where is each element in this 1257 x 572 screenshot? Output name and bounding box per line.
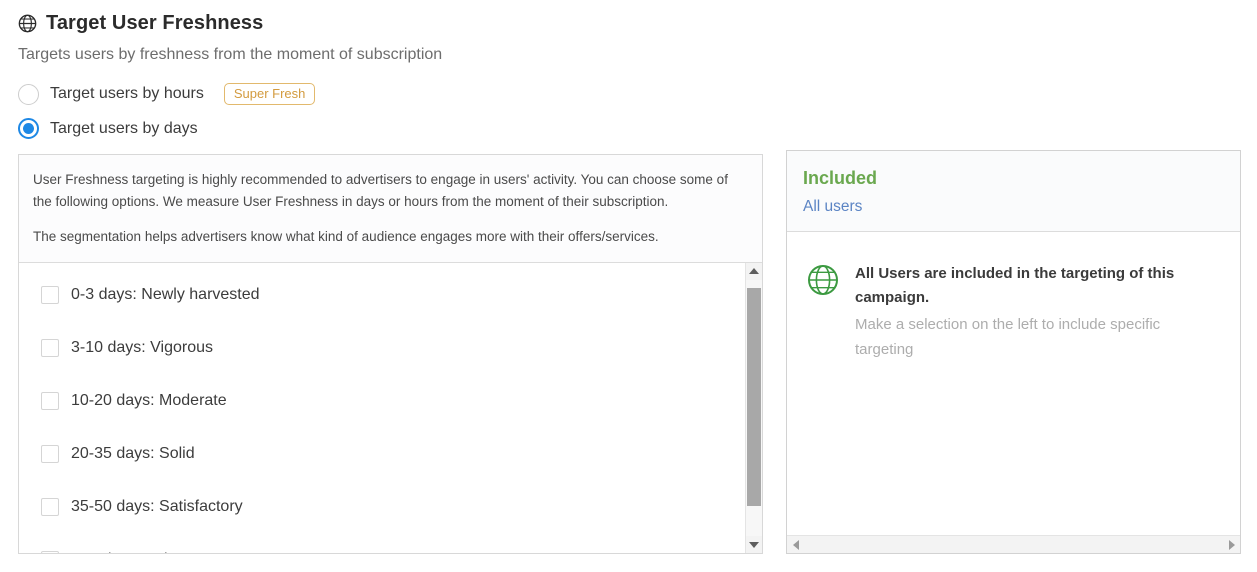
list-item[interactable]: 50+ days: Fair (19, 534, 745, 553)
checkbox-35-50-days[interactable] (41, 498, 59, 517)
included-panel: Included All users All Users are include… (786, 150, 1241, 554)
list-item[interactable]: 10-20 days: Moderate (19, 375, 745, 428)
list-item[interactable]: 35-50 days: Satisfactory (19, 481, 745, 534)
scroll-up-button[interactable] (746, 262, 762, 280)
radio-days-control[interactable] (18, 118, 39, 139)
included-body: All Users are included in the targeting … (787, 232, 1240, 536)
radio-option-days[interactable]: Target users by days (18, 118, 198, 139)
radio-option-hours[interactable]: Target users by hours Super Fresh (18, 83, 316, 105)
freshness-options-panel: User Freshness targeting is highly recom… (18, 154, 763, 554)
globe-icon (807, 262, 839, 536)
page-subtitle: Targets users by freshness from the mome… (18, 46, 443, 63)
page-header: Target User Freshness (18, 12, 263, 35)
included-message: All Users are included in the targeting … (855, 262, 1195, 536)
checkbox-20-35-days[interactable] (41, 445, 59, 464)
radio-hours-label: Target users by hours (50, 85, 204, 102)
radio-days-label: Target users by days (50, 119, 198, 137)
checkbox-10-20-days[interactable] (41, 392, 59, 411)
description-paragraph-1: User Freshness targeting is highly recom… (33, 172, 728, 209)
chevron-left-icon (792, 539, 799, 550)
checkbox-3-10-days[interactable] (41, 339, 59, 358)
scroll-down-button[interactable] (746, 536, 762, 553)
list-item[interactable]: 3-10 days: Vigorous (19, 322, 745, 375)
included-message-secondary: Make a selection on the left to include … (855, 316, 1161, 358)
chevron-down-icon (749, 541, 759, 548)
scrollbar-thumb[interactable] (747, 287, 761, 506)
all-users-link[interactable]: All users (803, 199, 1224, 215)
horizontal-scrollbar-track[interactable] (804, 536, 1223, 553)
included-horizontal-scrollbar[interactable] (787, 535, 1240, 553)
list-item-label: 50+ days: Fair (71, 551, 173, 553)
description-paragraph-2: The segmentation helps advertisers know … (33, 228, 659, 244)
chevron-up-icon (749, 268, 759, 275)
globe-icon (18, 14, 37, 33)
list-item-label: 0-3 days: Newly harvested (71, 286, 260, 304)
list-item[interactable]: 0-3 days: Newly harvested (19, 269, 745, 322)
page-title: Target User Freshness (46, 12, 264, 34)
list-item-label: 3-10 days: Vigorous (71, 339, 214, 357)
list-item-label: 35-50 days: Satisfactory (71, 498, 243, 516)
scroll-right-button[interactable] (1223, 536, 1240, 553)
super-fresh-badge: Super Fresh (223, 83, 316, 105)
options-list: 0-3 days: Newly harvested 3-10 days: Vig… (19, 263, 745, 553)
list-item-label: 10-20 days: Moderate (71, 392, 227, 410)
checkbox-50-plus-days[interactable] (41, 551, 59, 553)
list-item[interactable]: 20-35 days: Solid (19, 428, 745, 481)
options-list-scrollbar[interactable] (745, 262, 762, 553)
scroll-left-button[interactable] (787, 536, 804, 553)
scrollbar-track[interactable] (746, 279, 762, 536)
chevron-right-icon (1228, 539, 1235, 550)
list-item-label: 20-35 days: Solid (71, 445, 195, 463)
radio-hours-control[interactable] (18, 83, 39, 105)
panel-description: User Freshness targeting is highly recom… (19, 155, 762, 263)
included-message-primary: All Users are included in the targeting … (855, 264, 1175, 307)
checkbox-0-3-days[interactable] (41, 286, 59, 305)
included-title: Included (803, 168, 878, 188)
options-list-wrap: 0-3 days: Newly harvested 3-10 days: Vig… (19, 262, 762, 553)
included-header: Included All users (787, 151, 1240, 232)
